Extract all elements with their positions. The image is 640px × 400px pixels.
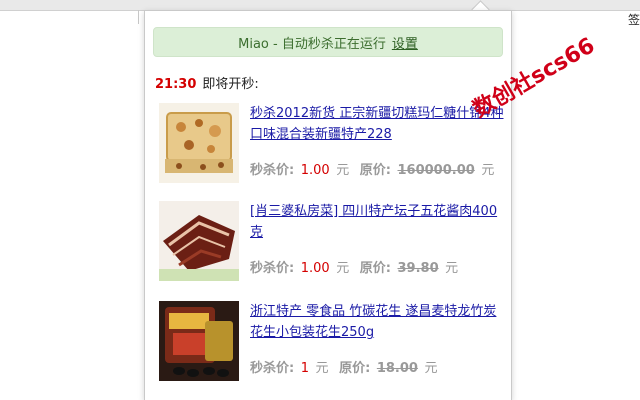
item-price: 秒杀价: 1.00 元 原价: 160000.00 元 — [250, 159, 500, 178]
list-item: 秒杀2012新货 正宗新疆切糕玛仁糖什锦4种口味混合装新疆特产228 秒杀价: … — [155, 103, 505, 193]
original-price-label: 原价: — [339, 361, 371, 376]
original-price-label: 原价: — [359, 261, 391, 276]
original-price: 39.80 — [397, 261, 439, 276]
sale-price: 1.00 — [300, 163, 330, 178]
schedule-header: 21:30 即将开秒: — [155, 73, 259, 92]
bookmark-label[interactable]: 签 — [628, 11, 640, 28]
sale-price: 1.00 — [300, 261, 330, 276]
sale-price-label: 秒杀价: — [250, 163, 295, 178]
list-item: [肖三婆私房菜] 四川特产坛子五花酱肉400克 秒杀价: 1.00 元 原价: … — [155, 201, 505, 291]
settings-link[interactable]: 设置 — [392, 33, 418, 52]
nut-cake-icon[interactable] — [159, 103, 239, 183]
status-banner: Miao - 自动秒杀正在运行 设置 — [153, 27, 503, 57]
list-item: 浙江特产 零食品 竹碳花生 遂昌麦特龙竹炭花生小包装花生250g 秒杀价: 1 … — [155, 301, 505, 391]
sale-price-label: 秒杀价: — [250, 361, 295, 376]
item-price: 秒杀价: 1 元 原价: 18.00 元 — [250, 357, 444, 376]
original-price: 160000.00 — [397, 163, 475, 178]
item-title-link[interactable]: 浙江特产 零食品 竹碳花生 遂昌麦特龙竹炭花生小包装花生250g — [250, 301, 505, 343]
currency-unit: 元 — [336, 163, 350, 178]
currency-unit: 元 — [336, 261, 350, 276]
currency-unit: 元 — [315, 361, 329, 376]
sale-price: 1 — [300, 361, 310, 376]
currency-unit: 元 — [481, 163, 495, 178]
status-text: Miao - 自动秒杀正在运行 — [238, 36, 386, 52]
peanut-snack-icon[interactable] — [159, 301, 239, 381]
toolbar-divider — [138, 10, 139, 24]
cured-pork-icon[interactable] — [159, 201, 239, 281]
original-price-label: 原价: — [359, 163, 391, 178]
item-title-link[interactable]: [肖三婆私房菜] 四川特产坛子五花酱肉400克 — [250, 201, 505, 243]
original-price: 18.00 — [376, 361, 418, 376]
sale-price-label: 秒杀价: — [250, 261, 295, 276]
extension-popup: Miao - 自动秒杀正在运行 设置 21:30即将开秒: 秒杀2012新货 — [144, 10, 512, 400]
item-title-link[interactable]: 秒杀2012新货 正宗新疆切糕玛仁糖什锦4种口味混合装新疆特产228 — [250, 103, 505, 145]
currency-unit: 元 — [445, 261, 459, 276]
schedule-time: 21:30 — [155, 77, 197, 92]
currency-unit: 元 — [424, 361, 438, 376]
item-price: 秒杀价: 1.00 元 原价: 39.80 元 — [250, 257, 464, 276]
schedule-label: 即将开秒: — [202, 77, 259, 92]
